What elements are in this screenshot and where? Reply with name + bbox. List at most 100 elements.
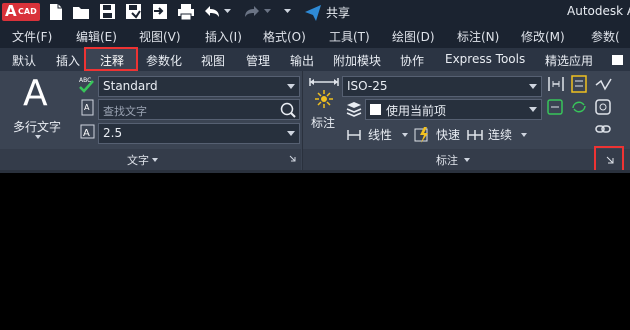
share-label[interactable]: 共享 — [326, 4, 350, 21]
linear-dimension-icon — [347, 130, 361, 140]
text-panel-title-bar[interactable]: 文字 — [0, 149, 301, 170]
dimension-dialog-launcher[interactable] — [594, 146, 624, 173]
tab-collaborate[interactable]: 协作 — [400, 52, 424, 69]
tab-addins[interactable]: 附加模块 — [333, 52, 381, 69]
svg-text:A: A — [84, 103, 90, 112]
reassociate-icon[interactable] — [595, 99, 611, 115]
dimension-button-label: 标注 — [311, 116, 336, 130]
svg-text:A: A — [83, 128, 90, 139]
multiline-text-label: 多行文字 — [13, 120, 62, 134]
menu-draw[interactable]: 绘图(D) — [392, 28, 435, 45]
continue-dimension-icon — [467, 130, 483, 140]
dimension-panel-title-bar[interactable]: 标注 — [303, 149, 630, 170]
undo-dropdown-icon[interactable] — [224, 9, 231, 13]
tab-annotate[interactable]: 注释 — [84, 47, 138, 71]
reassociate-link-icon[interactable] — [595, 125, 611, 133]
chevron-down-icon — [152, 158, 158, 162]
multiline-text-dropdown-icon[interactable] — [35, 135, 41, 139]
new-file-icon[interactable] — [50, 4, 62, 20]
find-text-input[interactable]: 查找文字 — [98, 99, 300, 120]
menu-dimension[interactable]: 标注(N) — [457, 28, 499, 45]
tab-insert[interactable]: 插入 — [56, 52, 80, 69]
chevron-down-icon — [287, 131, 295, 136]
dimension-button[interactable]: 标注 — [306, 74, 342, 134]
spell-check-icon[interactable]: ABC — [78, 75, 96, 95]
menu-file[interactable]: 文件(F) — [12, 28, 52, 45]
share-icon[interactable] — [305, 5, 321, 21]
logo-sub: CAD — [18, 7, 37, 16]
tab-express-tools[interactable]: Express Tools — [445, 52, 525, 66]
dimension-layer-select[interactable]: 使用当前项 — [365, 99, 542, 120]
menu-edit[interactable]: 编辑(E) — [76, 28, 117, 45]
chevron-down-icon — [402, 133, 408, 137]
dimension-tools-icons — [547, 75, 612, 133]
drawing-canvas[interactable] — [0, 173, 630, 330]
linear-dimension-button[interactable]: 线性 — [346, 125, 410, 145]
chevron-down-icon — [529, 84, 537, 89]
linear-label: 线性 — [368, 128, 393, 142]
tab-manage[interactable]: 管理 — [246, 52, 270, 69]
tab-featured-apps[interactable]: 精选应用 — [545, 52, 593, 69]
layer-color-swatch — [370, 104, 381, 115]
text-style-select[interactable]: Standard — [98, 76, 300, 97]
undo-icon[interactable] — [205, 6, 219, 17]
customize-dropdown-icon[interactable] — [284, 9, 291, 13]
tab-annotate-label: 注释 — [100, 54, 125, 68]
dimension-layer-value: 使用当前项 — [386, 104, 447, 118]
text-panel-title: 文字 — [127, 154, 149, 167]
tab-output[interactable]: 输出 — [290, 52, 314, 69]
print-icon[interactable] — [178, 4, 194, 21]
update-icon[interactable] — [572, 101, 586, 113]
continue-label: 连续 — [488, 128, 513, 142]
title-bar: A CAD 共享 Autodesk A — [0, 0, 630, 24]
menu-modify[interactable]: 修改(M) — [521, 28, 565, 45]
chevron-down-icon — [521, 133, 527, 137]
text-style-value: Standard — [103, 79, 158, 93]
menu-parametric[interactable]: 参数( — [591, 28, 620, 45]
redo-dropdown-icon[interactable] — [264, 9, 271, 13]
find-text-icon: A — [81, 99, 94, 116]
text-dialog-launcher-icon[interactable] — [289, 155, 297, 163]
dialog-launcher-arrow-icon — [606, 156, 614, 164]
tab-default[interactable]: 默认 — [12, 52, 36, 69]
open-folder-icon[interactable] — [73, 7, 89, 19]
text-a-icon: A — [23, 73, 48, 114]
jog-line-icon[interactable] — [595, 78, 612, 91]
spell-check-badge: ABC — [79, 77, 91, 84]
menu-insert[interactable]: 插入(I) — [205, 28, 242, 45]
app-logo[interactable]: A CAD — [2, 2, 40, 21]
menu-tools[interactable]: 工具(T) — [329, 28, 370, 45]
quick-label: 快速 — [436, 128, 461, 142]
chevron-down-icon — [529, 107, 537, 112]
inspect-icon[interactable] — [547, 99, 563, 115]
adjust-space-icon[interactable] — [548, 77, 564, 91]
menu-format[interactable]: 格式(O) — [263, 28, 306, 45]
tab-parametric[interactable]: 参数化 — [146, 52, 182, 69]
text-height-value: 2.5 — [103, 126, 123, 140]
redo-icon[interactable] — [245, 6, 259, 17]
ribbon-panel-area: A 多行文字 ABC Standard A 查找文字 A 2.5 文字 标注 I… — [0, 71, 630, 170]
quick-dimension-button[interactable]: 快速 — [414, 125, 464, 145]
multiline-text-button[interactable]: A 多行文字 — [6, 73, 68, 143]
quick-access-toolbar — [50, 4, 321, 21]
save-icon[interactable] — [100, 4, 115, 19]
search-icon[interactable] — [280, 102, 296, 118]
dimension-style-value: ISO-25 — [347, 79, 388, 93]
continue-dimension-button[interactable]: 连续 — [466, 125, 530, 145]
open-web-icon[interactable] — [153, 4, 167, 19]
text-height-select[interactable]: 2.5 — [98, 123, 300, 144]
menu-bar: 文件(F) 编辑(E) 视图(V) 插入(I) 格式(O) 工具(T) 绘图(D… — [0, 24, 630, 48]
layer-stack-icon — [346, 102, 362, 117]
find-text-placeholder: 查找文字 — [103, 105, 147, 118]
menu-view[interactable]: 视图(V) — [139, 28, 181, 45]
chevron-down-icon — [287, 84, 295, 89]
tab-view[interactable]: 视图 — [201, 52, 225, 69]
break-dimension-icon[interactable] — [571, 75, 587, 93]
save-as-icon[interactable] — [126, 4, 141, 19]
ribbon-options-icon[interactable] — [612, 55, 623, 65]
dimension-style-select[interactable]: ISO-25 — [342, 76, 542, 97]
dimension-panel-title: 标注 — [436, 154, 458, 167]
dimension-icon — [309, 78, 339, 108]
logo-letter: A — [5, 2, 17, 20]
window-title: Autodesk A — [567, 4, 630, 18]
